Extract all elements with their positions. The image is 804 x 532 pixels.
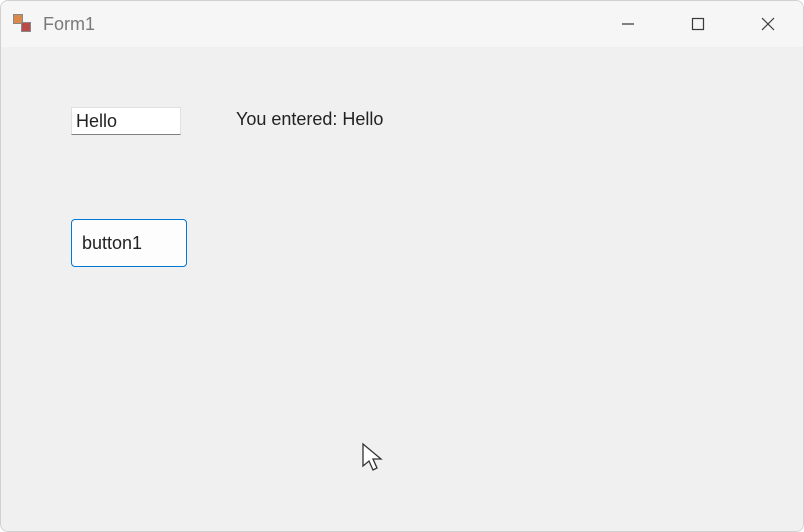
form-window: Form1 You entered: Hello butto (0, 0, 804, 532)
close-button[interactable] (733, 1, 803, 47)
app-icon (13, 14, 33, 34)
titlebar: Form1 (1, 1, 803, 47)
maximize-icon (691, 17, 705, 31)
client-area: You entered: Hello button1 (1, 47, 803, 531)
window-title: Form1 (43, 14, 95, 35)
window-controls (593, 1, 803, 47)
text-input[interactable] (71, 107, 181, 135)
minimize-button[interactable] (593, 1, 663, 47)
minimize-icon (621, 17, 635, 31)
button1[interactable]: button1 (71, 219, 187, 267)
output-label: You entered: Hello (236, 109, 383, 130)
close-icon (761, 17, 775, 31)
maximize-button[interactable] (663, 1, 733, 47)
cursor-icon (361, 442, 385, 474)
